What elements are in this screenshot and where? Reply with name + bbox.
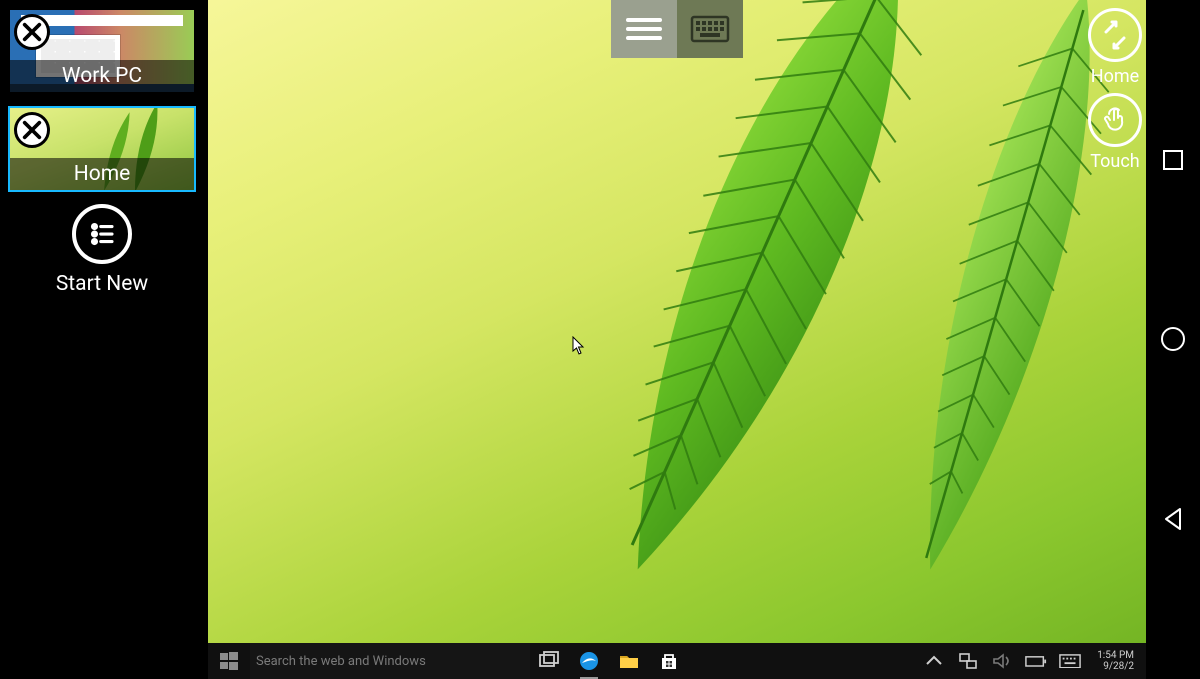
remote-viewport[interactable]: Search the web and Windows xyxy=(208,0,1146,679)
touch-mode-button[interactable]: Touch xyxy=(1088,93,1142,172)
store-icon xyxy=(658,650,680,672)
edge-icon xyxy=(578,650,600,672)
mode-overlay: Home Touch xyxy=(1088,8,1142,172)
keyboard-button[interactable] xyxy=(677,0,743,58)
session-thumb-workpc[interactable]: Work PC xyxy=(8,8,196,94)
triangle-back-icon xyxy=(1159,505,1187,533)
file-explorer-button[interactable] xyxy=(618,650,640,672)
home-mode-button[interactable]: Home xyxy=(1088,8,1142,87)
android-home-button[interactable] xyxy=(1159,325,1187,353)
taskbar-clock[interactable]: 1:54 PM 9/28/2 xyxy=(1093,650,1138,672)
folder-icon xyxy=(618,650,640,672)
battery-icon xyxy=(1025,655,1047,668)
circle-icon xyxy=(1159,325,1187,353)
keyboard-icon xyxy=(690,13,730,45)
chevron-up-icon xyxy=(923,650,945,672)
tray-keyboard-button[interactable] xyxy=(1059,650,1081,672)
tray-volume-button[interactable] xyxy=(991,650,1013,672)
taskbar-search[interactable]: Search the web and Windows xyxy=(250,643,530,679)
clock-date: 9/28/2 xyxy=(1097,661,1134,672)
clock-time: 1:54 PM xyxy=(1097,650,1134,661)
search-placeholder: Search the web and Windows xyxy=(256,654,426,669)
swap-arrows-icon xyxy=(1100,20,1130,50)
close-session-button[interactable] xyxy=(14,14,50,50)
home-mode-label: Home xyxy=(1091,66,1139,87)
square-icon xyxy=(1159,146,1187,174)
start-button[interactable] xyxy=(208,643,250,679)
windows-logo-icon xyxy=(220,652,238,670)
android-back-button[interactable] xyxy=(1159,505,1187,533)
start-new-button[interactable]: Start New xyxy=(8,204,196,296)
hamburger-icon xyxy=(624,13,664,45)
tray-overflow-button[interactable] xyxy=(923,650,945,672)
network-icon xyxy=(957,650,979,672)
session-sidebar: Work PC xyxy=(0,0,208,679)
menu-button[interactable] xyxy=(611,0,677,58)
close-icon xyxy=(21,119,43,141)
android-recents-button[interactable] xyxy=(1159,146,1187,174)
session-thumb-home[interactable]: Home xyxy=(8,106,196,192)
volume-icon xyxy=(991,650,1013,672)
system-tray: 1:54 PM 9/28/2 xyxy=(915,643,1146,679)
start-new-label: Start New xyxy=(56,272,148,296)
session-label: Work PC xyxy=(10,60,194,92)
task-view-button[interactable] xyxy=(538,650,560,672)
android-navbar xyxy=(1146,0,1200,679)
task-view-icon xyxy=(538,650,560,672)
viewport-toolbar xyxy=(611,0,743,58)
windows-taskbar: Search the web and Windows xyxy=(208,643,1146,679)
start-new-icon xyxy=(87,219,117,249)
session-label: Home xyxy=(10,158,194,190)
remote-cursor-icon xyxy=(572,336,586,356)
touch-mode-label: Touch xyxy=(1090,151,1139,172)
keyboard-small-icon xyxy=(1059,654,1081,669)
close-icon xyxy=(21,21,43,43)
tray-network-button[interactable] xyxy=(957,650,979,672)
touch-hand-icon xyxy=(1100,105,1130,135)
store-button[interactable] xyxy=(658,650,680,672)
edge-browser-button[interactable] xyxy=(578,650,600,672)
tray-battery-button[interactable] xyxy=(1025,650,1047,672)
close-session-button[interactable] xyxy=(14,112,50,148)
wallpaper-leaves xyxy=(496,0,1146,679)
